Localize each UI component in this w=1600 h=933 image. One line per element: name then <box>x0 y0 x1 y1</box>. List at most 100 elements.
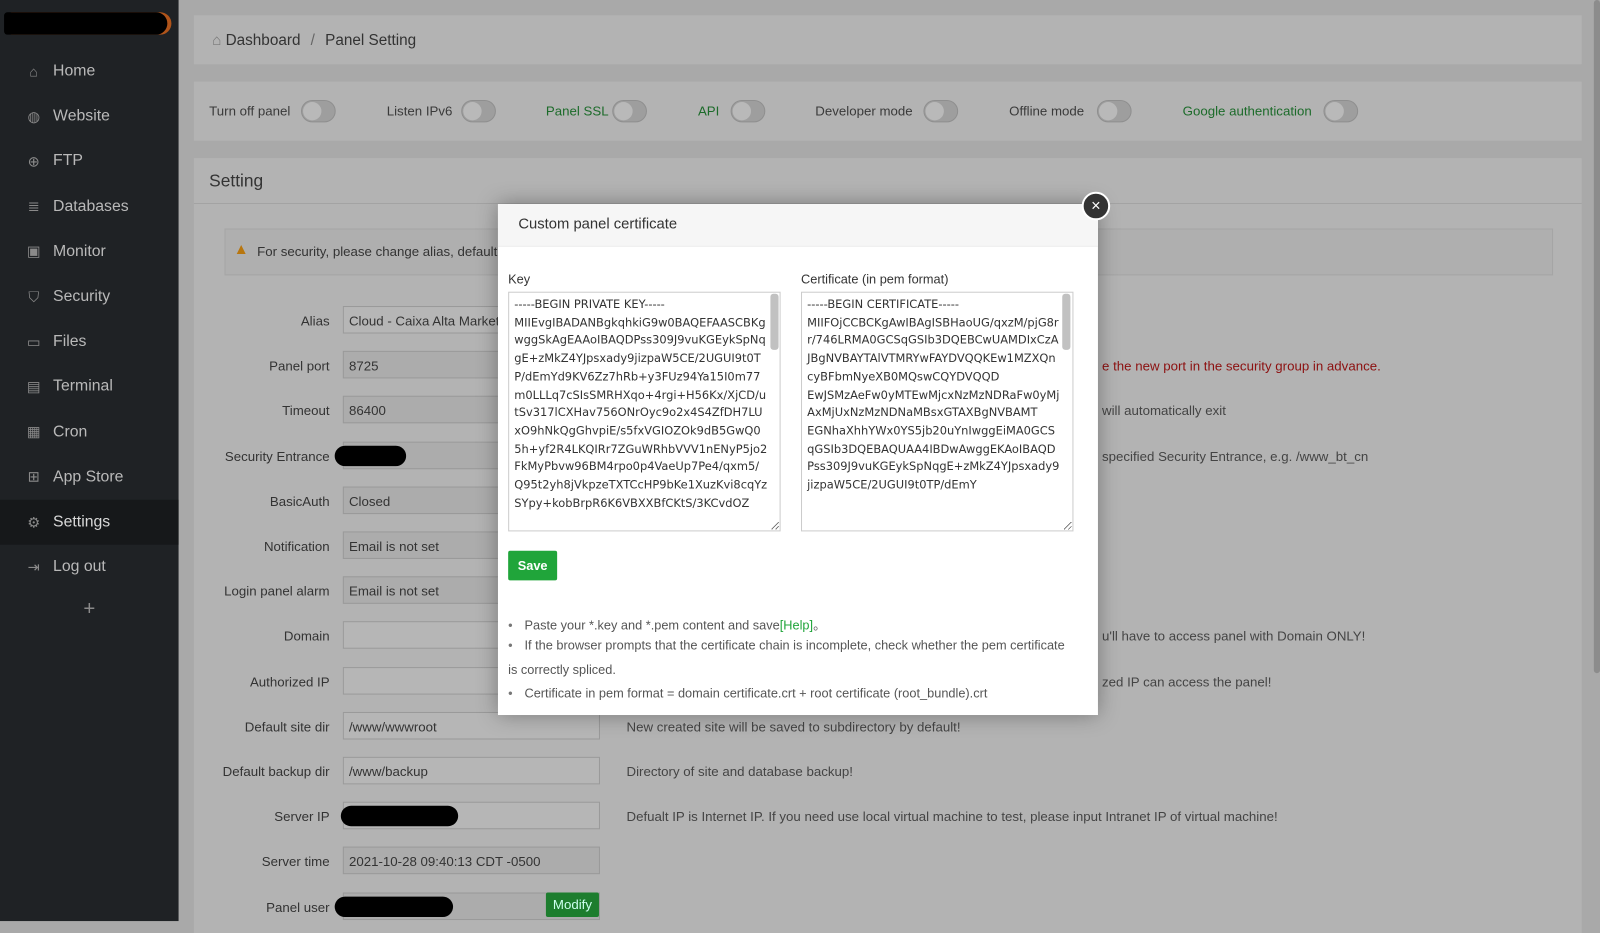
sidebar-item-home[interactable]: ⌂ Home <box>0 49 179 94</box>
panel-user-label: Panel user <box>266 899 330 915</box>
ftp-icon: ⊕ <box>27 152 40 170</box>
breadcrumb-dashboard[interactable]: Dashboard <box>226 31 301 48</box>
panel-port-help: e the new port in the security group in … <box>1102 358 1381 374</box>
logo-redacted <box>4 12 168 35</box>
panel-ssl-label: Panel SSL <box>545 103 609 119</box>
sidebar-item-monitor[interactable]: ▣ Monitor <box>0 229 179 274</box>
authorized-ip-label: Authorized IP <box>249 673 330 690</box>
folder-icon: ▭ <box>26 333 41 350</box>
apps-icon: ⊞ <box>27 468 40 485</box>
sidebar-item-website[interactable]: ◍ Website <box>0 94 179 139</box>
timeout-help: will automatically exit <box>1102 403 1226 419</box>
sidebar-item-label: App Store <box>53 467 124 486</box>
offline-mode-label: Offline mode <box>1009 103 1085 119</box>
database-icon: ≣ <box>27 197 40 215</box>
monitor-icon: ▣ <box>26 243 41 260</box>
security-entrance-help: specified Security Entrance, e.g. /www_b… <box>1102 448 1369 464</box>
key-textarea[interactable]: -----BEGIN PRIVATE KEY----- MIIEvgIBADAN… <box>508 291 781 532</box>
calendar-icon: ▦ <box>26 423 41 440</box>
sidebar-item-label: Security <box>53 287 111 305</box>
timeout-label: Timeout <box>282 403 330 419</box>
api-label: API <box>697 103 720 119</box>
note-pem-format: • Certificate in pem format = domain cert… <box>508 686 988 701</box>
server-ip-help: Defualt IP is Internet IP. If you need u… <box>626 809 1278 825</box>
redacted-value <box>334 896 454 917</box>
certificate-textarea[interactable]: -----BEGIN CERTIFICATE----- MIIFOjCCBCKg… <box>801 291 1074 532</box>
panel-port-label: Panel port <box>269 358 330 374</box>
sidebar-item-label: Log out <box>53 558 106 576</box>
sidebar-item-label: FTP <box>53 152 83 170</box>
redacted-value <box>334 445 407 466</box>
default-site-dir-input[interactable]: /www/wwwroot <box>342 711 600 740</box>
security-entrance-label: Security Entrance <box>224 448 330 464</box>
turn-off-panel-toggle[interactable] <box>301 99 336 123</box>
domain-label: Domain <box>283 628 330 645</box>
modal-header: Custom panel certificate <box>497 204 1098 247</box>
login-panel-alarm-label: Login panel alarm <box>224 583 330 599</box>
home-icon: ⌂ <box>212 31 222 49</box>
default-backup-dir-input[interactable]: /www/backup <box>342 756 600 785</box>
api-toggle[interactable] <box>730 99 766 123</box>
server-time-label: Server time <box>261 854 330 870</box>
certificate-label: Certificate (in pem format) <box>801 272 949 287</box>
sidebar-item-label: Settings <box>53 513 111 531</box>
listen-ipv6-toggle[interactable] <box>461 99 496 123</box>
modify-button[interactable]: Modify <box>545 892 599 917</box>
note-chain: • If the browser prompts that the certifi… <box>508 638 1065 653</box>
developer-mode-label: Developer mode <box>815 103 913 119</box>
sidebar-item-label: Terminal <box>53 377 113 396</box>
setting-title: Setting <box>209 171 264 191</box>
sidebar-item-databases[interactable]: ≣ Databases <box>0 184 179 229</box>
save-button[interactable]: Save <box>508 550 558 581</box>
logout-icon: ⇥ <box>27 558 40 575</box>
warning-icon: ▲ <box>233 240 249 259</box>
default-backup-dir-help: Directory of site and database backup! <box>626 763 853 780</box>
note-chain-cont: is correctly spliced. <box>508 663 616 678</box>
alias-label: Alias <box>300 313 330 329</box>
close-icon[interactable]: × <box>1081 191 1111 221</box>
breadcrumb-separator: / <box>310 31 315 49</box>
gear-icon: ⚙ <box>27 513 41 530</box>
certificate-scrollbar[interactable] <box>1062 293 1071 350</box>
custom-certificate-modal: Custom panel certificate Key Certificate… <box>497 204 1098 716</box>
sidebar-item-label: Home <box>53 62 96 80</box>
note-end: 。 <box>813 618 826 633</box>
key-label: Key <box>508 272 531 287</box>
note-text: Paste your *.key and *.pem content and s… <box>524 618 780 633</box>
notification-label: Notification <box>263 538 330 554</box>
google-authentication-label: Google authentication <box>1182 103 1312 119</box>
offline-mode-toggle[interactable] <box>1096 99 1132 123</box>
sidebar-item-label: Cron <box>53 422 88 441</box>
note-text: If the browser prompts that the certific… <box>524 638 1065 653</box>
breadcrumb-current: Panel Setting <box>325 31 417 49</box>
globe-icon: ◍ <box>27 107 40 125</box>
sidebar-item-label: Website <box>53 107 110 125</box>
page-scrollbar[interactable] <box>1593 0 1600 674</box>
sidebar-item-ftp[interactable]: ⊕ FTP <box>0 139 179 184</box>
warning-text: For security, please change alias, defau… <box>257 243 509 260</box>
listen-ipv6-label: Listen IPv6 <box>386 103 453 119</box>
note-text: Certificate in pem format = domain certi… <box>524 686 988 701</box>
developer-mode-toggle[interactable] <box>923 99 959 123</box>
turn-off-panel-label: Turn off panel <box>209 103 291 119</box>
basicauth-label: BasicAuth <box>269 493 330 509</box>
default-site-dir-label: Default site dir <box>244 718 330 735</box>
panel-ssl-toggle[interactable] <box>612 99 647 123</box>
help-link[interactable]: [Help] <box>780 618 813 632</box>
sidebar-item-label: Files <box>53 332 87 351</box>
default-site-dir-help: New created site will be saved to subdir… <box>626 718 961 735</box>
home-icon: ⌂ <box>29 63 38 80</box>
google-authentication-toggle[interactable] <box>1323 99 1359 123</box>
breadcrumb: ⌂ Dashboard / Panel Setting <box>193 15 1582 65</box>
add-icon[interactable]: + <box>0 598 179 621</box>
server-ip-label: Server IP <box>274 809 330 825</box>
note-paste: • Paste your *.key and *.pem content and … <box>508 618 826 633</box>
modal-title: Custom panel certificate <box>518 216 678 233</box>
key-scrollbar[interactable] <box>770 293 779 350</box>
server-time-input[interactable]: 2021-10-28 09:40:13 CDT -0500 <box>342 846 600 875</box>
sidebar-item-label: Databases <box>53 197 129 215</box>
shield-icon: ⛉ <box>28 288 40 305</box>
default-backup-dir-label: Default backup dir <box>222 763 330 780</box>
sidebar-item-label: Monitor <box>53 242 106 260</box>
domain-help: u'll have to access panel with Domain ON… <box>1102 628 1366 645</box>
